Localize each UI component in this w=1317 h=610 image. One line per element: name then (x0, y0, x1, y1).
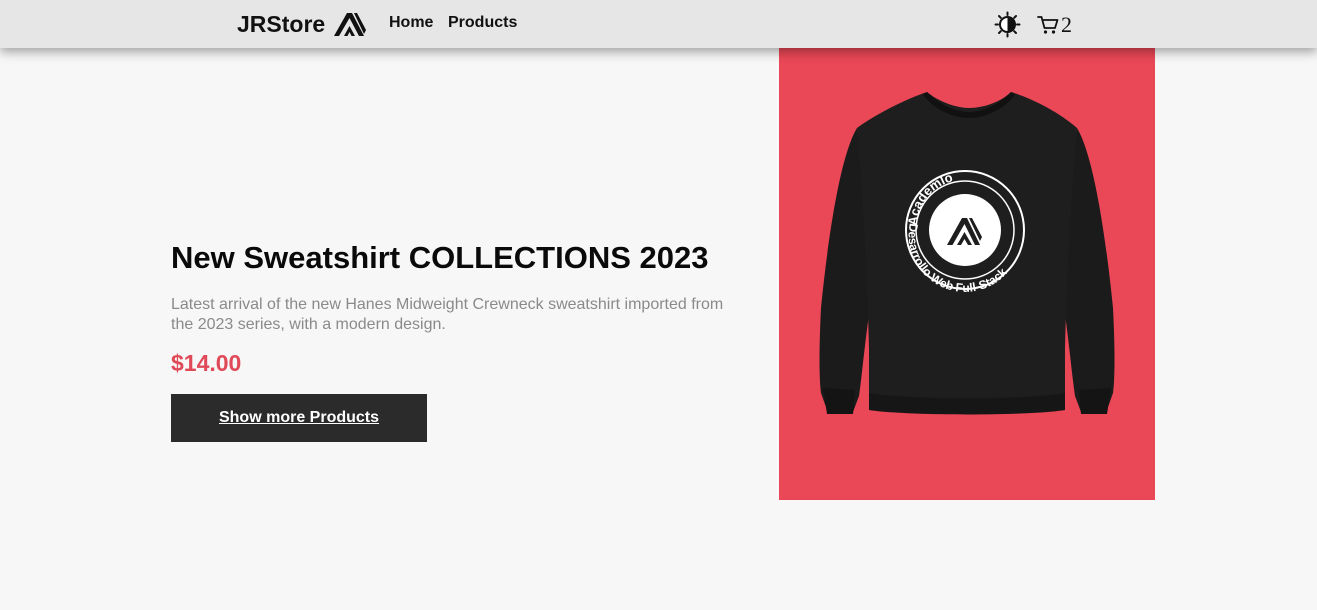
sweatshirt-illustration: Academlo Desarrollo Web Full-Stack (819, 92, 1115, 415)
nav-products-link[interactable]: Products (448, 14, 517, 32)
show-more-products-button[interactable]: Show more Products (171, 394, 427, 442)
top-navbar: JRStore Home Products 2 (0, 0, 1317, 48)
cart-count-badge: 2 (1061, 12, 1072, 37)
hero-description: Latest arrival of the new Hanes Midweigh… (171, 296, 724, 333)
hero-title: New Sweatshirt COLLECTIONS 2023 (171, 240, 709, 275)
brand-logo-icon (334, 13, 367, 36)
product-image: Academlo Desarrollo Web Full-Stack (779, 48, 1155, 500)
hero-price: $14.00 (171, 350, 242, 376)
brand-name: JRStore (237, 10, 326, 37)
nav-home-link[interactable]: Home (389, 14, 433, 32)
brand-link[interactable]: JRStore (237, 9, 367, 39)
cart-button[interactable]: 2 (1037, 12, 1072, 38)
contrast-icon[interactable] (994, 11, 1021, 38)
cart-icon (1037, 16, 1059, 34)
